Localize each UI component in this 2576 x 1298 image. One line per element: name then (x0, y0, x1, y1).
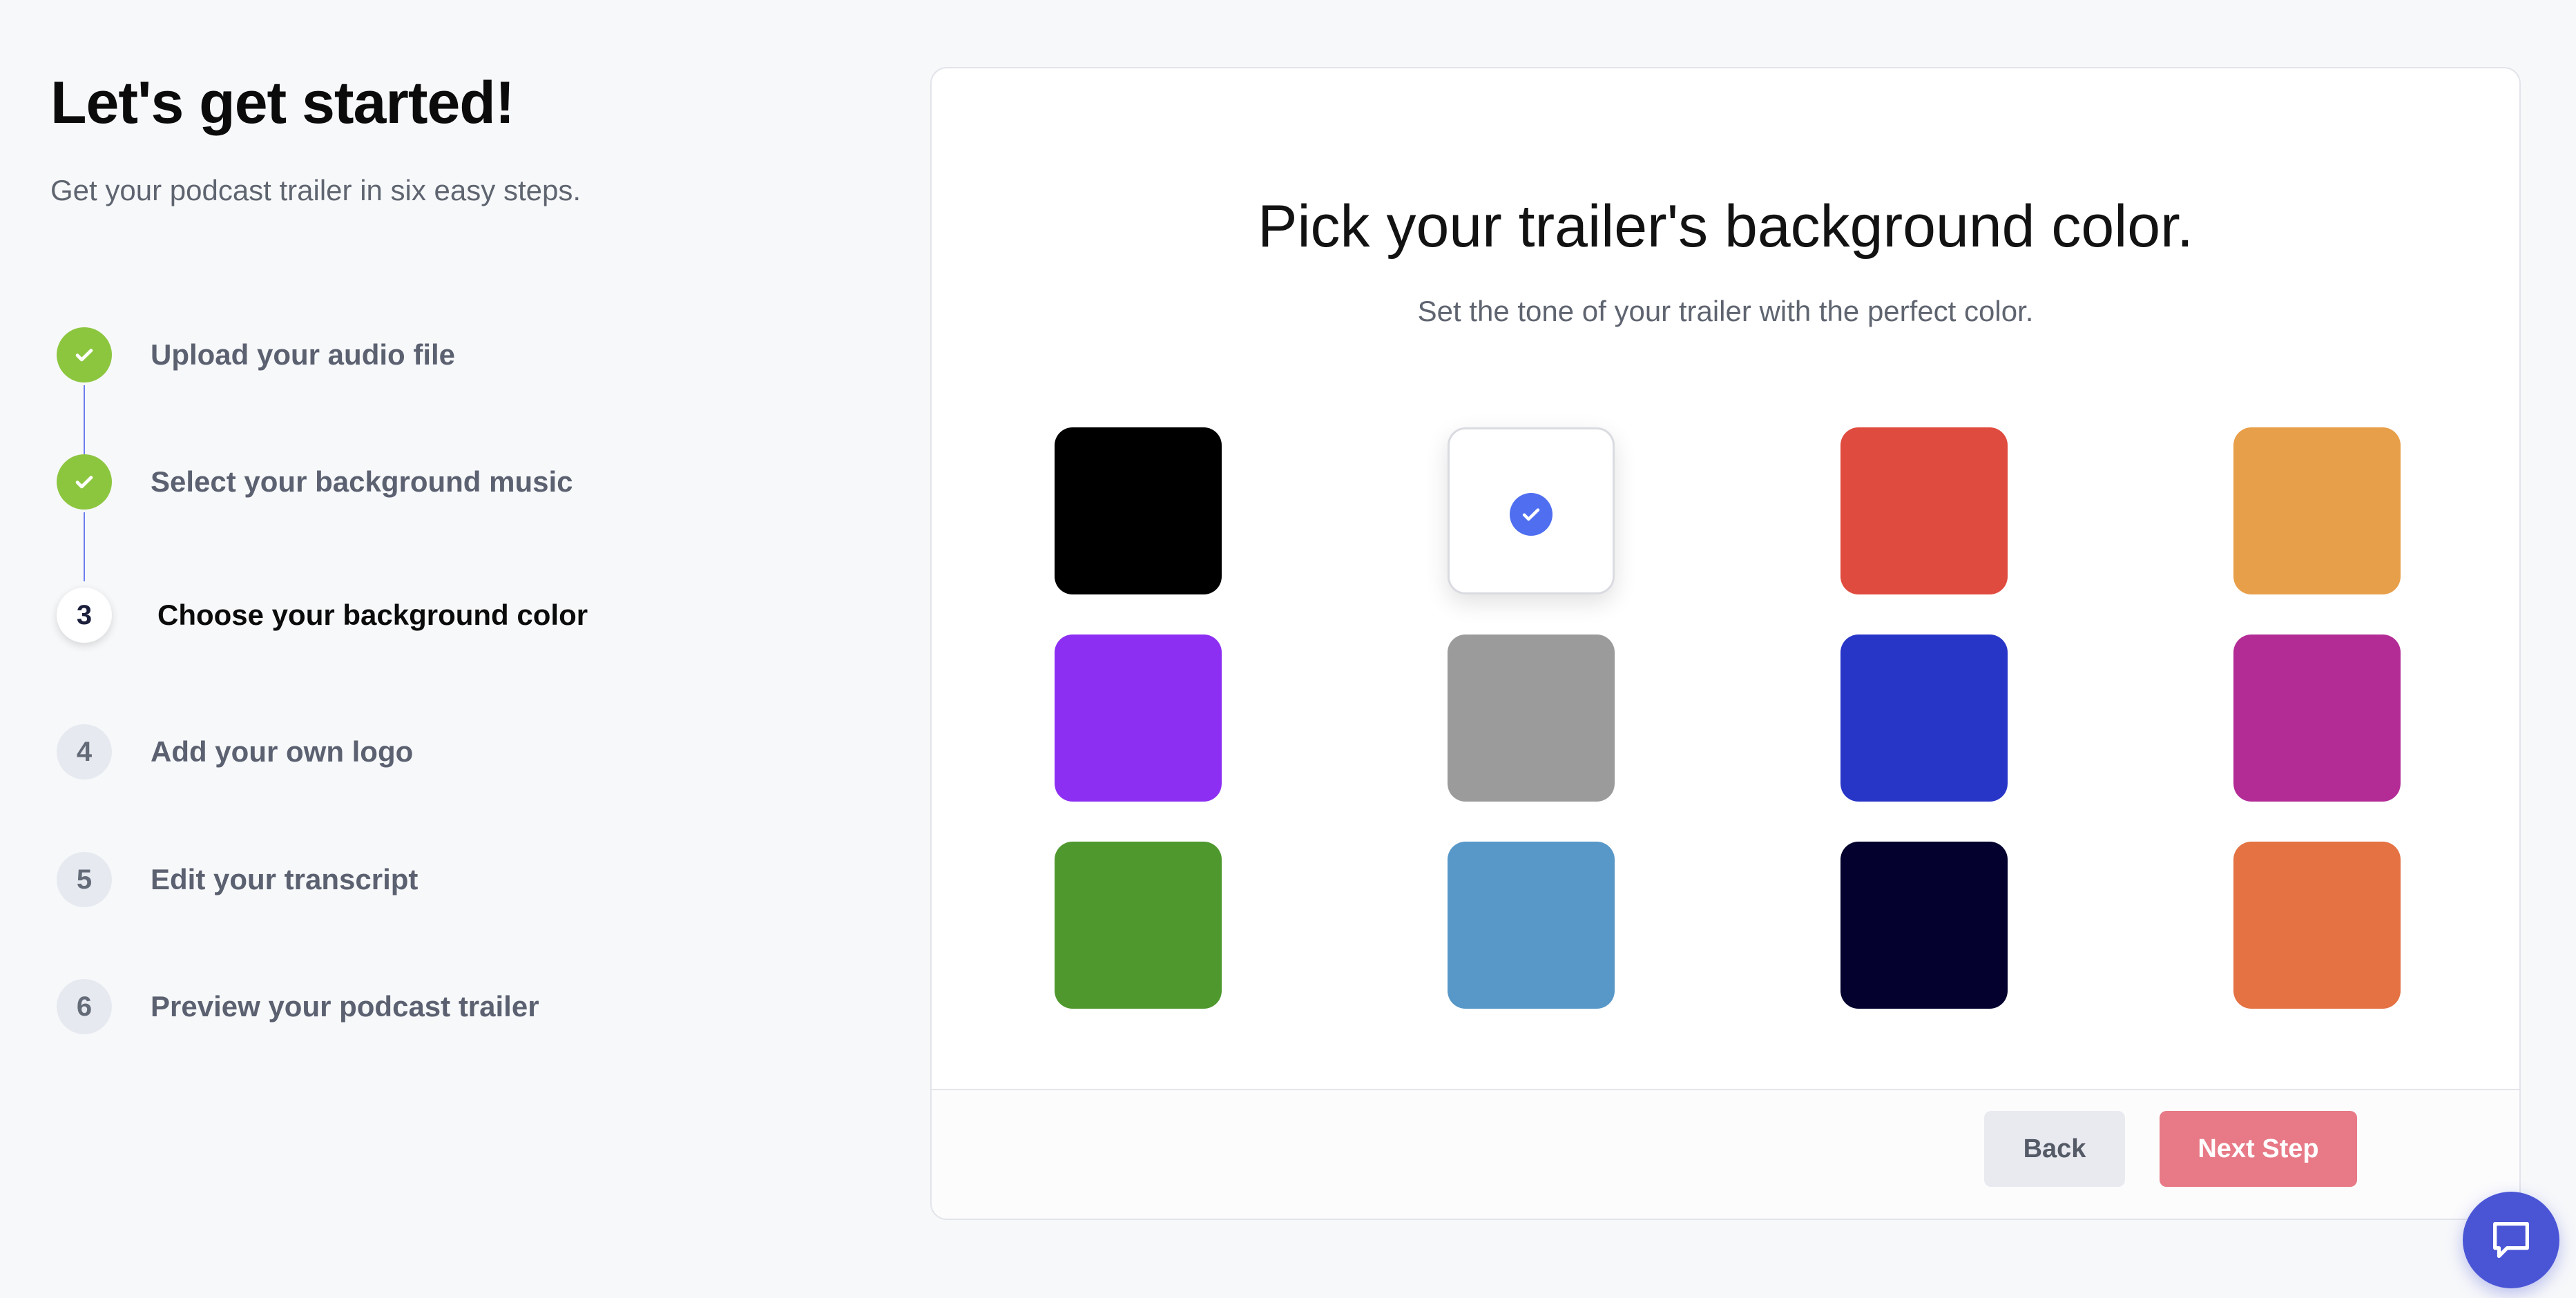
step-label: Add your own logo (151, 735, 414, 768)
step-upload-audio[interactable]: Upload your audio file (57, 327, 455, 382)
color-picker-card: Pick your trailer's background color. Se… (930, 67, 2521, 1220)
check-icon (75, 349, 93, 362)
step-label: Preview your podcast trailer (151, 990, 539, 1023)
step-label: Select your background music (151, 465, 573, 498)
step-number: 6 (57, 979, 112, 1034)
check-icon (75, 476, 93, 489)
card-subtitle: Set the tone of your trailer with the pe… (1417, 295, 2034, 327)
back-button[interactable]: Back (1984, 1111, 2125, 1187)
card-title: Pick your trailer's background color. (1258, 193, 2193, 260)
chat-bubble-icon (2493, 1222, 2529, 1258)
color-swatch-red[interactable] (1840, 427, 2008, 594)
step-number: 3 (57, 588, 112, 643)
step-connector (84, 385, 85, 454)
color-swatch-gray[interactable] (1448, 635, 1615, 802)
page-title: Let's get started! (50, 70, 515, 136)
next-step-button[interactable]: Next Step (2160, 1111, 2357, 1187)
step-label: Choose your background color (157, 599, 588, 631)
page-subtitle: Get your podcast trailer in six easy ste… (50, 174, 581, 206)
step-background-music[interactable]: Select your background music (57, 454, 573, 510)
selected-check-icon (1510, 493, 1553, 536)
color-swatch-black[interactable] (1055, 427, 1222, 594)
step-connector (84, 512, 85, 581)
color-swatch-green[interactable] (1055, 842, 1222, 1009)
color-swatch-purple[interactable] (1055, 635, 1222, 802)
color-swatch-magenta[interactable] (2233, 635, 2401, 802)
color-swatch-amber[interactable] (2233, 427, 2401, 594)
step-label: Edit your transcript (151, 863, 419, 895)
step-add-logo[interactable]: 4 Add your own logo (57, 724, 413, 779)
chat-launcher-button[interactable] (2463, 1192, 2559, 1288)
step-background-color[interactable]: 3 Choose your background color (57, 588, 588, 643)
step-preview-trailer[interactable]: 6 Preview your podcast trailer (57, 979, 539, 1034)
color-swatch-navy[interactable] (1840, 842, 2008, 1009)
color-swatch-grid (1055, 427, 2404, 1009)
color-swatch-white[interactable] (1448, 427, 1615, 594)
step-number: 5 (57, 852, 112, 907)
color-swatch-blue[interactable] (1840, 635, 2008, 802)
step-complete-indicator (57, 454, 112, 510)
card-footer: Back Next Step (932, 1089, 2519, 1219)
color-swatch-orange[interactable] (2233, 842, 2401, 1009)
step-number: 4 (57, 724, 112, 779)
step-complete-indicator (57, 327, 112, 382)
steps-list: Upload your audio file Select your backg… (57, 327, 678, 1045)
step-label: Upload your audio file (151, 338, 456, 371)
step-edit-transcript[interactable]: 5 Edit your transcript (57, 852, 418, 907)
color-swatch-sky-blue[interactable] (1448, 842, 1615, 1009)
